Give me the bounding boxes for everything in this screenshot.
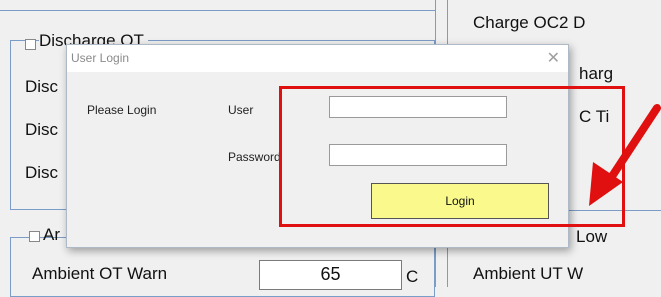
discharge-row-1-label: Disc (25, 77, 59, 96)
low-title: Low (576, 227, 608, 246)
dialog-titlebar[interactable]: User Login ✕ (67, 45, 568, 72)
dialog-title: User Login (71, 51, 130, 65)
top-divider (0, 10, 435, 11)
ambient-title: Ar (43, 225, 60, 244)
ambient-ot-warn-label: Ambient OT Warn (32, 264, 168, 283)
please-login-label: Please Login (87, 103, 157, 117)
discharge-row-3-label: Disc (25, 163, 59, 182)
ambient-ut-warn-label: Ambient UT W (473, 264, 584, 283)
highlight-box (279, 86, 625, 227)
discharge-row-2-label: Disc (25, 120, 59, 139)
arrow-pointer-icon (589, 104, 661, 206)
charge-oc2-title: Charge OC2 D (473, 13, 586, 32)
discharge-ot-checkbox[interactable] (25, 39, 36, 50)
charge-row-1-label: harg (579, 64, 614, 83)
close-icon[interactable]: ✕ (547, 48, 560, 68)
ambient-checkbox[interactable] (29, 231, 40, 242)
password-label: Password (228, 150, 281, 164)
user-label: User (228, 103, 254, 117)
ambient-ot-warn-input[interactable]: 65 (259, 260, 402, 290)
ambient-ot-warn-unit: C (406, 267, 419, 286)
